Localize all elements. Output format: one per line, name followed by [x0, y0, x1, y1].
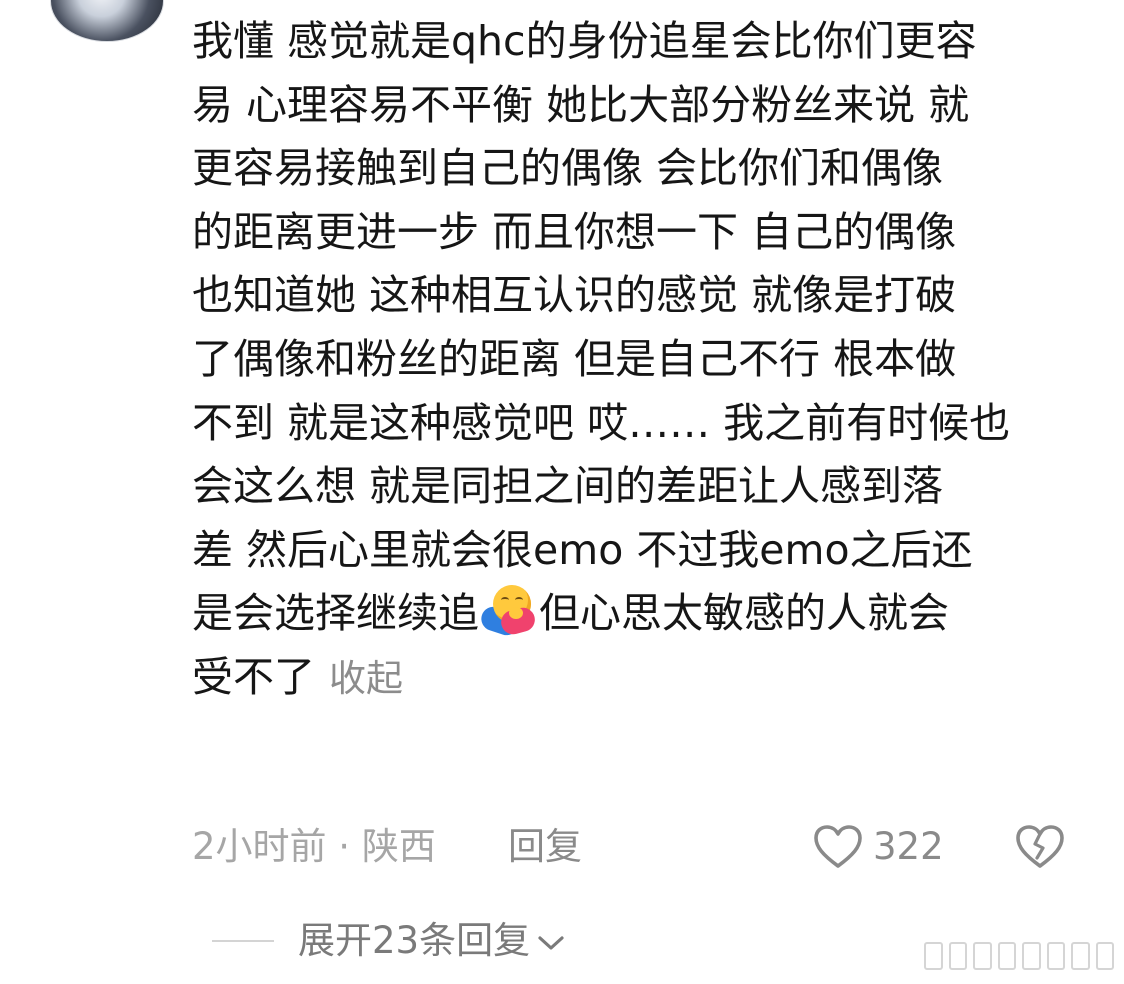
comment-line: 更容易接触到自己的偶像 会比你们和偶像 — [192, 144, 944, 193]
reply-button[interactable]: 回复 — [508, 822, 582, 872]
comment-line: 的距离更进一步 而且你想一下 自己的偶像 — [192, 207, 957, 256]
comment-line: 不到 就是这种感觉吧 哎…… 我之前有时候也 — [192, 398, 1011, 447]
avatar[interactable] — [50, 0, 164, 42]
like-count: 322 — [873, 825, 944, 868]
comment-text: 我懂 感觉就是qhc的身份追星会比你们更容 易 心理容易不平衡 她比大部分粉丝来… — [192, 10, 1092, 711]
comment-line-with-emoji: 是会选择继续追 但心思太敏感的人就会 — [192, 582, 1092, 646]
comment-fragment: 但心思太敏感的人就会 — [539, 589, 949, 638]
comment-fragment: 是会选择继续追 — [192, 589, 479, 638]
chevron-down-icon — [538, 936, 564, 950]
like-button[interactable]: 322 — [813, 822, 944, 872]
comment-meta: 2小时前 · 陕西 — [192, 822, 436, 872]
comment-line: 也知道她 这种相互认识的感觉 就像是打破 — [192, 271, 957, 320]
expand-replies[interactable]: 展开23条回复 — [212, 916, 566, 966]
comment-line: 差 然后心里就会很emo 不过我emo之后还 — [192, 525, 973, 574]
heart-outline-icon — [814, 825, 862, 868]
comment-line: 会这么想 就是同担之间的差距让人感到落 — [192, 462, 944, 511]
hugging-face-emoji-icon — [478, 585, 538, 639]
divider-line — [212, 940, 274, 942]
timestamp: 2小时前 — [192, 825, 327, 868]
broken-heart-icon[interactable] — [1015, 824, 1065, 870]
meta-separator: · — [326, 825, 362, 868]
expand-replies-label[interactable]: 展开23条回复 — [298, 916, 530, 966]
watermark-logo — [924, 940, 1114, 972]
comment-line: 我懂 感觉就是qhc的身份追星会比你们更容 — [192, 17, 977, 65]
location: 陕西 — [361, 825, 436, 868]
comment-line: 易 心理容易不平衡 她比大部分粉丝来说 就 — [192, 80, 970, 129]
comment-line: 了偶像和粉丝的距离 但是自己不行 根本做 — [192, 334, 957, 383]
comment-last-line: 受不了 收起 — [192, 646, 1092, 711]
comment-fragment: 受不了 — [192, 652, 315, 701]
collapse-button[interactable]: 收起 — [329, 657, 403, 700]
